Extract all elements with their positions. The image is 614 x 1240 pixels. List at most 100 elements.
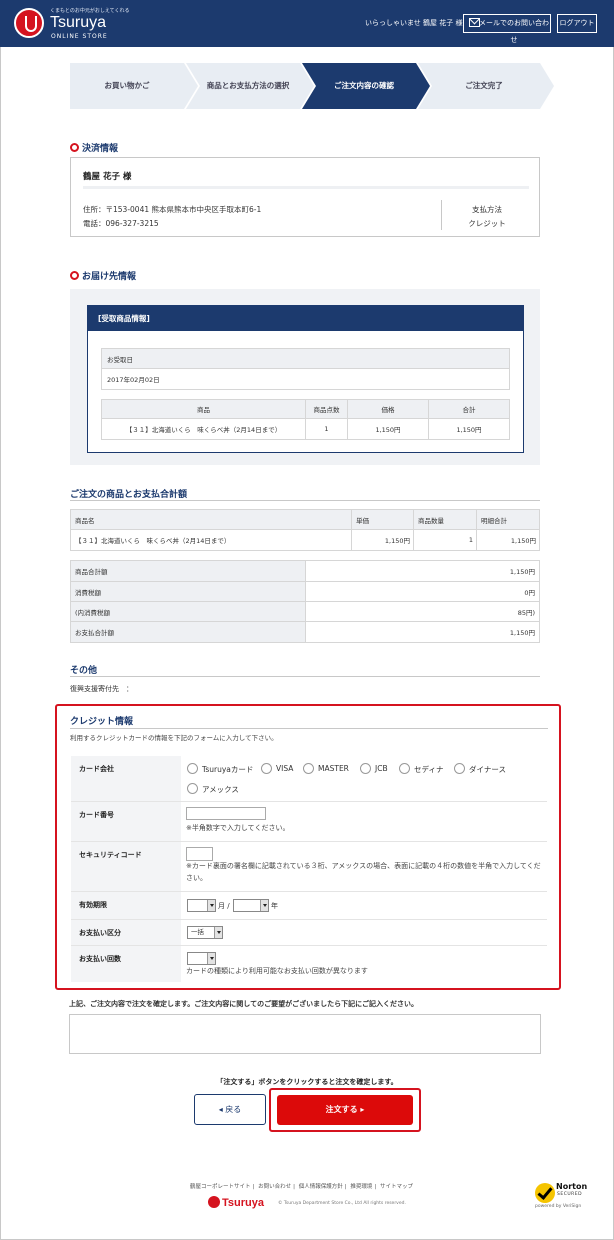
radio-visa[interactable] xyxy=(261,763,272,774)
chevron-down-icon xyxy=(214,927,222,938)
order-items-table: 商品名 単価 商品数量 明細合計 【３１】北海道いくら 味くらべ丼（2月14日ま… xyxy=(70,509,540,551)
total-label: お支払合計額 xyxy=(70,621,306,643)
security-code-label: セキュリティコード xyxy=(71,842,181,891)
norton-secured-badge[interactable]: Norton SECURED powered by VeriSign xyxy=(535,1180,587,1210)
total-row: (内消費税額 85円) xyxy=(70,601,540,622)
request-textarea[interactable] xyxy=(69,1014,541,1054)
divider xyxy=(70,500,540,501)
year-unit: 年 xyxy=(271,902,278,910)
order-instruction: 「注文する」ボタンをクリックすると注文を確定します。 xyxy=(216,1078,398,1086)
delivery-section-title: お届け先情報 xyxy=(70,269,136,282)
radio-amex[interactable] xyxy=(187,783,198,794)
other-section-title: その他 xyxy=(70,666,98,676)
tsuruya-logo-icon xyxy=(208,1196,220,1208)
step-complete-label: ご注文完了 xyxy=(465,81,503,90)
cell-unit-price: 1,150円 xyxy=(351,529,414,551)
step-select: 商品とお支払方法の選択 xyxy=(186,63,316,109)
step-select-label: 商品とお支払方法の選択 xyxy=(206,81,290,90)
totals-table: 商品合計額 1,150円 消費税額 0円 (内消費税額 85円) お支払合計額 1,15… xyxy=(70,560,540,643)
total-value: 1,150円 xyxy=(305,621,540,643)
card-number-label: カード番号 xyxy=(71,802,181,841)
chevron-down-icon xyxy=(207,953,215,964)
footer-links: 鶴屋コーポレートサイト | お問い合わせ | 個人情報保護方針 | 推奨環境 | サイト… xyxy=(190,1182,415,1190)
divider xyxy=(70,728,548,729)
order-button[interactable]: 注文する ▸ xyxy=(277,1095,413,1125)
divider xyxy=(441,200,442,230)
radio-tsuruya-card[interactable] xyxy=(187,763,198,774)
footer-link-environment[interactable]: 推奨環境 xyxy=(350,1184,372,1190)
confirm-text: 上記、ご注文内容で注文を確定します。ご注文内容に関してのご要望がございましたら下… xyxy=(69,1000,418,1008)
radio-label: ダイナース xyxy=(469,765,506,774)
footer-logo[interactable]: Tsuruya xyxy=(208,1196,264,1209)
checkout-steps: お買い物かご 商品とお支払方法の選択 ご注文内容の確認 ご注文完了 xyxy=(70,63,554,109)
order-button-highlight: 注文する ▸ xyxy=(269,1088,421,1132)
checkmark-icon xyxy=(535,1183,555,1203)
total-row: 商品合計額 1,150円 xyxy=(70,560,540,582)
radio-cedyna[interactable] xyxy=(399,763,410,774)
radio-label: Tsuruyaカード xyxy=(202,765,254,774)
footer-sep: | xyxy=(374,1184,377,1190)
cell-product: 【３１】北海道いくら 味くらべ丼（2月14日まで） xyxy=(101,418,306,440)
tsuruya-logo-icon[interactable] xyxy=(14,8,44,38)
security-code-note: ※カード裏面の署名欄に記載されている３桁、アメックスの場合、表面に記載の４桁の数… xyxy=(186,862,541,882)
total-row: お支払合計額 1,150円 xyxy=(70,621,540,643)
credit-description: 利用するクレジットカードの情報を下記のフォームに入力して下さい。 xyxy=(70,734,278,742)
footer-link-corporate[interactable]: 鶴屋コーポレートサイト xyxy=(190,1184,251,1190)
header-total: 合計 xyxy=(428,399,510,419)
card-number-input[interactable] xyxy=(186,807,266,820)
footer-sep: | xyxy=(293,1184,295,1190)
receive-date-table: お受取日 2017年02月02日 xyxy=(101,348,510,390)
mail-inquiry-button[interactable]: メールでのお問い合わせ xyxy=(463,14,551,44)
radio-label: VISA xyxy=(276,764,294,773)
total-label: (内消費税額 xyxy=(70,601,306,622)
payment-division-row: お支払い区分 一括 xyxy=(71,920,547,946)
installments-select[interactable] xyxy=(187,952,216,965)
payment-section-title: 決済情報 xyxy=(70,141,118,154)
footer-link-contact[interactable]: お問い合わせ xyxy=(258,1184,291,1190)
bullet-icon xyxy=(70,143,79,152)
logo-name[interactable]: Tsuruya xyxy=(50,14,106,32)
receive-date-value: 2017年02月02日 xyxy=(101,368,510,390)
footer-link-sitemap[interactable]: サイトマップ xyxy=(380,1184,413,1190)
radio-master[interactable] xyxy=(303,763,314,774)
cell-total: 1,150円 xyxy=(428,418,510,440)
radio-diners[interactable] xyxy=(454,763,465,774)
customer-phone: 電話：096-327-3215 xyxy=(83,219,159,228)
header-product: 商品 xyxy=(101,399,306,419)
header-unit-price: 単価 xyxy=(351,509,414,530)
customer-address: 住所：〒153-0041 熊本県熊本市中央区手取本町6-1 xyxy=(83,205,262,214)
payment-method-label: 支払方法 xyxy=(472,205,502,214)
radio-jcb[interactable] xyxy=(360,763,371,774)
received-items-table: 商品 商品点数 価格 合計 【３１】北海道いくら 味くらべ丼（2月14日まで） … xyxy=(101,399,510,440)
logout-button[interactable]: ログアウト xyxy=(557,14,597,33)
month-unit: 月 / xyxy=(218,902,230,910)
cell-line-total: 1,150円 xyxy=(476,529,540,551)
back-button[interactable]: ◂ 戻る xyxy=(194,1094,266,1125)
norton-secured: SECURED xyxy=(557,1192,583,1197)
step-cart-label: お買い物かご xyxy=(104,81,150,90)
cell-quantity: 1 xyxy=(413,529,477,551)
chevron-down-icon xyxy=(260,900,268,911)
card-company-row: カード会社 Tsuruyaカード VISA MASTER JCB セディナ ダイ… xyxy=(71,756,547,802)
credit-info-panel: クレジット情報 利用するクレジットカードの情報を下記のフォームに入力して下さい。… xyxy=(55,704,561,990)
order-section-title: ご注文の商品とお支払合計額 xyxy=(70,490,188,500)
expiry-month-select[interactable] xyxy=(187,899,216,912)
security-code-input[interactable] xyxy=(186,847,213,861)
card-number-note: ※半角数字で入力してください。 xyxy=(186,824,290,832)
expiry-year-select[interactable] xyxy=(233,899,269,912)
credit-title: クレジット情報 xyxy=(70,717,134,727)
total-row: 消費税額 0円 xyxy=(70,581,540,602)
footer-link-privacy[interactable]: 個人情報保護方針 xyxy=(299,1184,343,1190)
chevron-down-icon xyxy=(207,900,215,911)
copyright: © Tsuruya Department Store Co., Ltd All … xyxy=(278,1201,406,1206)
footer-sep: | xyxy=(252,1184,255,1190)
divider xyxy=(70,676,540,677)
total-value: 85円) xyxy=(305,601,540,622)
step-confirm-label: ご注文内容の確認 xyxy=(334,81,394,90)
card-number-row: カード番号 ※半角数字で入力してください。 xyxy=(71,802,547,842)
bullet-icon xyxy=(70,271,79,280)
payment-division-select[interactable]: 一括 xyxy=(187,926,223,939)
security-code-row: セキュリティコード ※カード裏面の署名欄に記載されている３桁、アメックスの場合、… xyxy=(71,842,547,892)
mail-icon xyxy=(469,18,480,27)
total-value: 0円 xyxy=(305,581,540,602)
